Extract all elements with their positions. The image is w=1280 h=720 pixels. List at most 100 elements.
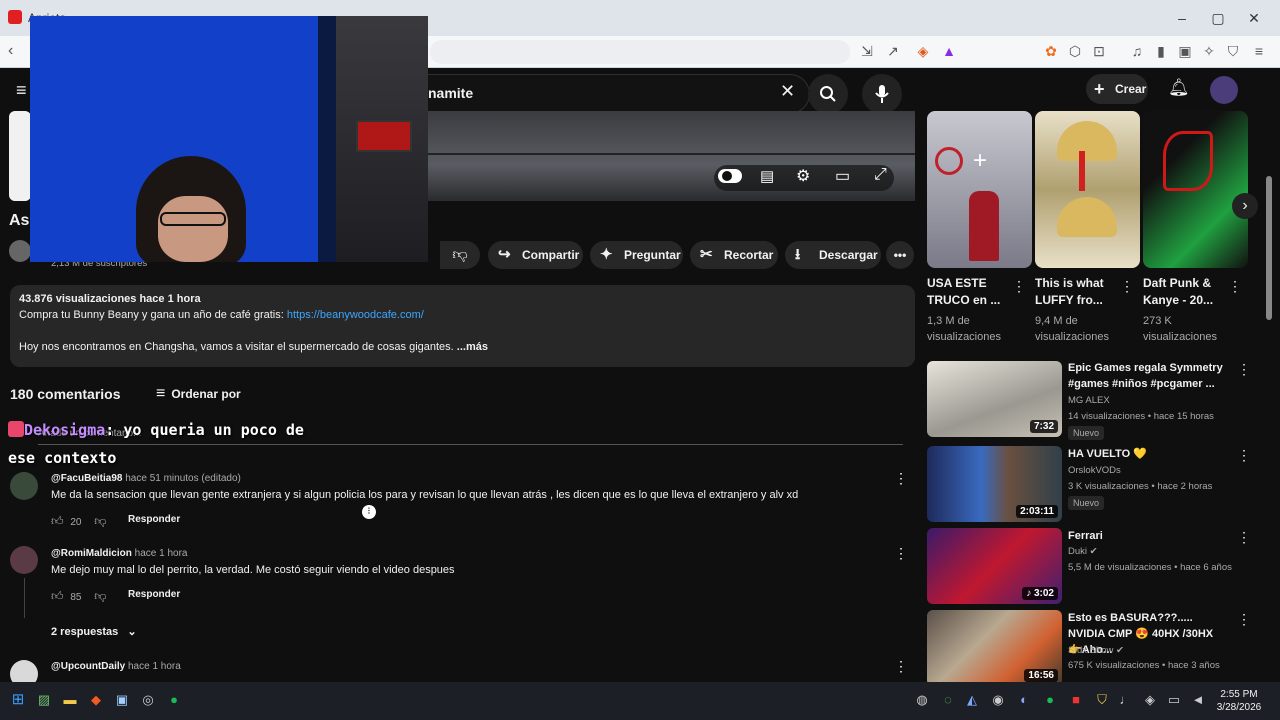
spotify-tray-icon[interactable]: ● — [1042, 692, 1058, 708]
spotify-icon[interactable]: ● — [166, 692, 182, 708]
comment-author[interactable]: @FacuBeitia98 — [51, 473, 122, 484]
clock[interactable]: 2:55 PM 3/28/2026 — [1214, 688, 1264, 714]
notifications-bell-icon[interactable]: 🔔︎ — [1168, 78, 1190, 98]
sort-by-button[interactable]: ≡ Ordenar por — [156, 385, 241, 403]
leo-ai-icon[interactable]: ✧ — [1200, 42, 1218, 60]
video-menu-icon[interactable]: ⋮ — [1237, 447, 1251, 464]
download-button[interactable]: ⭳ Descargar — [785, 241, 881, 269]
obs-icon[interactable]: ◎ — [140, 692, 156, 708]
ask-button[interactable]: ✦ Preguntar — [590, 241, 683, 269]
commenter-avatar[interactable] — [10, 660, 38, 682]
short-menu-icon[interactable]: ⋮ — [1012, 278, 1026, 295]
tray-icon-shield[interactable]: ⛉ — [1094, 692, 1110, 708]
vpn-icon[interactable]: ⛉ — [1224, 42, 1242, 60]
video-title[interactable]: Ferrari — [1068, 528, 1228, 544]
clear-search-icon[interactable]: ✕ — [780, 81, 795, 102]
promo-link[interactable]: https://beanywoodcafe.com/ — [287, 309, 424, 321]
windows-start-icon[interactable]: ⊞ — [10, 692, 26, 708]
channel-avatar[interactable] — [9, 240, 31, 262]
video-title[interactable]: Epic Games regala Symmetry #games #niños… — [1068, 360, 1228, 392]
brave-shield-icon[interactable]: ◈ — [914, 42, 932, 60]
dislike-button[interactable]: 👎︎ — [440, 241, 480, 269]
comment-menu-icon[interactable]: ⋮ — [894, 658, 908, 675]
dislike-thumb-icon[interactable]: 👎︎ — [94, 589, 106, 603]
network-icon[interactable]: ◈ — [1142, 692, 1158, 708]
description-box[interactable]: 43.876 visualizaciones hace 1 hora Compr… — [10, 285, 915, 367]
share-button[interactable]: ↪ Compartir — [488, 241, 583, 269]
close-window-icon[interactable]: ✕ — [1244, 8, 1264, 28]
menu-icon[interactable]: ≡ — [1250, 42, 1268, 60]
photos-app-icon[interactable]: ▨ — [36, 692, 52, 708]
tray-icon-2[interactable]: ◌ — [940, 692, 956, 708]
short-thumbnail[interactable] — [1035, 111, 1140, 268]
back-arrow-icon[interactable]: ‹ — [8, 42, 13, 60]
tray-icon-red[interactable]: ■ — [1068, 692, 1084, 708]
brave-extension-icon[interactable]: ✿ — [1042, 42, 1060, 60]
volume-icon[interactable]: ◄ — [1190, 692, 1206, 708]
page-scrollbar[interactable] — [1266, 176, 1272, 320]
voice-search-button[interactable] — [862, 74, 902, 114]
display-icon[interactable]: ▭ — [1166, 692, 1182, 708]
brave-browser-icon[interactable]: ◆ — [88, 692, 104, 708]
user-avatar[interactable] — [1210, 76, 1238, 104]
short-thumbnail[interactable] — [1143, 111, 1248, 268]
view-replies-button[interactable]: 2 respuestas ⌄ — [51, 625, 137, 638]
search-input[interactable]: namite ✕ — [428, 74, 810, 114]
short-menu-icon[interactable]: ⋮ — [1120, 278, 1134, 295]
fullscreen-icon[interactable]: ⤢ — [874, 166, 887, 184]
video-menu-icon[interactable]: ⋮ — [1237, 611, 1251, 628]
like-thumb-icon[interactable]: 👍︎ — [51, 514, 64, 528]
maximize-icon[interactable]: ▢ — [1208, 8, 1228, 28]
comment-author[interactable]: @UpcountDaily — [51, 661, 125, 672]
tray-icon-1[interactable]: ◍ — [914, 692, 930, 708]
video-title[interactable]: HA VUELTO 💛 — [1068, 446, 1228, 462]
install-app-icon[interactable]: ⇲ — [858, 42, 876, 60]
video-channel[interactable]: OrslokVODs — [1068, 463, 1121, 479]
wallet-icon[interactable]: ▣ — [1176, 42, 1194, 60]
video-thumbnail[interactable]: 7:32 — [927, 361, 1062, 437]
video-menu-icon[interactable]: ⋮ — [1237, 529, 1251, 546]
sidebar-icon[interactable]: ▮ — [1152, 42, 1170, 60]
theater-mode-icon[interactable]: ▭ — [835, 166, 850, 186]
short-title[interactable]: This is what LUFFY fro... — [1035, 275, 1125, 309]
comment-menu-icon[interactable]: ⋮ — [894, 545, 908, 562]
commenter-avatar[interactable] — [10, 546, 38, 574]
autoplay-toggle[interactable] — [718, 169, 742, 183]
shorts-next-arrow-icon[interactable]: › — [1232, 193, 1258, 219]
short-menu-icon[interactable]: ⋮ — [1228, 278, 1242, 295]
short-title[interactable]: Daft Punk & Kanye - 20... — [1143, 275, 1233, 309]
commenter-avatar[interactable] — [10, 472, 38, 500]
discord-icon[interactable]: ◐ — [1016, 692, 1032, 708]
video-channel[interactable]: MG ALEX — [1068, 393, 1110, 409]
like-thumb-icon[interactable]: 👍︎ — [51, 589, 64, 603]
media-icon[interactable]: ♫ — [1128, 42, 1146, 60]
comment-author[interactable]: @RomiMaldicion — [51, 548, 132, 559]
settings-gear-icon[interactable]: ⚙ — [796, 166, 810, 186]
video-thumbnail[interactable]: 2:03:11 — [927, 446, 1062, 522]
minimize-icon[interactable]: – — [1172, 8, 1192, 28]
short-thumbnail[interactable]: + — [927, 111, 1032, 268]
more-actions-button[interactable]: ••• — [886, 241, 914, 269]
search-button[interactable] — [808, 74, 848, 114]
video-player[interactable]: ▤ ⚙ ▭ ⤢ — [428, 111, 915, 201]
hamburger-menu-icon[interactable]: ≡ — [16, 80, 27, 101]
video-thumbnail[interactable]: 16:56 — [927, 610, 1062, 682]
video-channel[interactable]: Duki ✔ — [1068, 544, 1098, 560]
microphone-tray-icon[interactable]: ♩ — [1118, 692, 1134, 708]
brave-rewards-icon[interactable]: ▲ — [940, 42, 958, 60]
app-window-icon[interactable]: ▣ — [114, 692, 130, 708]
subtitles-icon[interactable]: ▤ — [760, 167, 774, 185]
tray-icon-3[interactable]: ◭ — [964, 692, 980, 708]
video-thumbnail[interactable]: ♪ 3:02 — [927, 528, 1062, 604]
screenshot-icon[interactable]: ⊡ — [1090, 42, 1108, 60]
address-bar[interactable] — [430, 40, 850, 64]
share-page-icon[interactable]: ↗ — [884, 42, 902, 60]
video-menu-icon[interactable]: ⋮ — [1237, 361, 1251, 378]
comment-menu-icon[interactable]: ⋮ — [894, 470, 908, 487]
file-explorer-icon[interactable]: ▬ — [62, 692, 78, 708]
reply-button[interactable]: Responder — [128, 514, 180, 525]
create-button[interactable]: + Crear — [1086, 74, 1148, 104]
dislike-thumb-icon[interactable]: 👎︎ — [94, 514, 106, 528]
video-channel[interactable]: Sfdx Show ✔ — [1068, 643, 1124, 659]
short-title[interactable]: USA ESTE TRUCO en ... — [927, 275, 1017, 309]
